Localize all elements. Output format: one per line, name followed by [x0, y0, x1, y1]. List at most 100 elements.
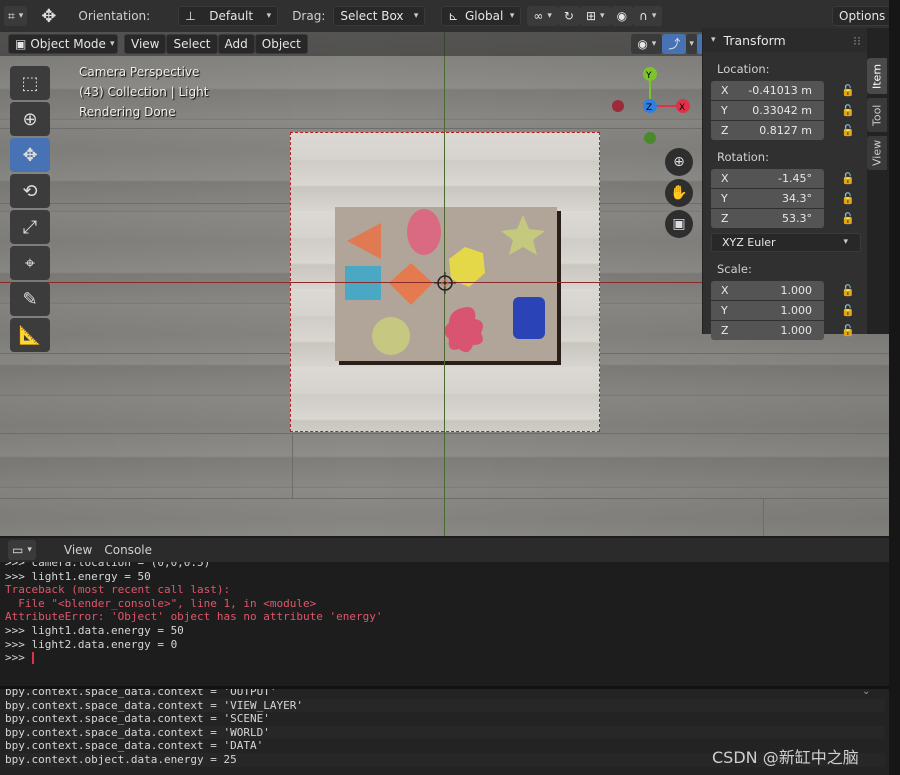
svg-text:Z: Z	[646, 103, 652, 113]
chevron-down-icon[interactable]: ▾	[686, 34, 697, 54]
editor-type-icon[interactable]: ⌗ ▾	[4, 6, 28, 26]
rotation-y-field[interactable]: Y 34.3°	[711, 188, 824, 208]
tab-item[interactable]: Item	[867, 58, 887, 94]
location-x-field[interactable]: X -0.41013 m	[711, 80, 824, 100]
lock-icon[interactable]: 🔓	[838, 124, 858, 137]
info-log-line: bpy.context.space_data.context = 'WORLD'	[5, 725, 885, 740]
snap-increment-icon[interactable]: ⊞ ▾	[579, 6, 611, 26]
chevron-down-icon: ▾	[266, 11, 272, 21]
rotate-tool-icon[interactable]: ⟲	[10, 174, 50, 208]
gizmo-toggle-icon[interactable]: ⤴	[662, 34, 687, 54]
lock-icon[interactable]: 🔓	[838, 212, 858, 225]
console-header: ▭ ▾ View Console	[0, 538, 890, 562]
console-line: >>> light1.data.energy = 50	[5, 623, 184, 637]
scale-z-field[interactable]: Z 1.000	[711, 320, 824, 340]
scale-y-field[interactable]: Y 1.000	[711, 300, 824, 320]
transform-space-dropdown[interactable]: ⊾ Global ▾	[441, 6, 522, 26]
scale-tool-icon[interactable]: ⤢	[10, 210, 50, 244]
transform-tool-icon[interactable]: ⌖	[10, 246, 50, 280]
console-line: >>> light1.energy = 50	[5, 569, 151, 583]
scale-label: Scale:	[717, 262, 752, 276]
rotation-label: Rotation:	[717, 150, 769, 164]
cursor-tool-icon[interactable]: ⊕	[10, 102, 50, 136]
visibility-icon[interactable]: ◉ ▾	[631, 34, 663, 54]
tool-shelf: ⬚ ⊕ ✥ ⟲ ⤢ ⌖ ✎ 📐	[10, 66, 50, 352]
menu-object[interactable]: Object	[254, 34, 308, 54]
console-menu-console[interactable]: Console	[104, 543, 152, 557]
lock-icon[interactable]: 🔓	[838, 324, 858, 337]
rounded-square-shape	[513, 297, 545, 339]
sidebar-transform-panel: ▾ Transform ⁝⁝ Location: X -0.41013 m 🔓 Y 0.3…	[702, 28, 867, 340]
viewport-info-camera: Camera Perspective	[79, 65, 200, 79]
annotate-tool-icon[interactable]: ✎	[10, 282, 50, 316]
rotation-x-field[interactable]: X -1.45°	[711, 168, 824, 188]
console-line: >>> light2.data.energy = 0	[5, 637, 178, 651]
light-object-icon[interactable]	[434, 272, 456, 294]
lock-icon[interactable]: 🔓	[838, 104, 858, 117]
console-line: Traceback (most recent call last):	[5, 583, 231, 597]
rotation-mode-dropdown[interactable]: XYZ Euler ▾	[711, 232, 861, 252]
lock-icon[interactable]: 🔓	[838, 304, 858, 317]
orientation-label: Orientation:	[78, 9, 151, 23]
measure-tool-icon[interactable]: 📐	[10, 318, 50, 352]
console-line: >>>	[5, 651, 34, 665]
navigation-gizmo[interactable]: Y X Z	[605, 64, 700, 149]
location-y-field[interactable]: Y 0.33042 m	[711, 100, 824, 120]
drag-dropdown[interactable]: Select Box ▾	[333, 6, 426, 26]
lock-icon[interactable]: 🔓	[838, 284, 858, 297]
lock-icon[interactable]: 🔓	[838, 172, 858, 185]
axes-icon: ⊥	[185, 9, 196, 23]
transform-pivot-icon[interactable]: ✥	[41, 6, 56, 27]
gizmo-neg-x-icon	[612, 100, 624, 112]
console-editor-type-icon[interactable]: ▭ ▾	[8, 540, 36, 560]
chevron-down-icon: ▾	[509, 11, 515, 21]
circle-shape	[372, 317, 410, 355]
object-mode-icon: ▣	[15, 37, 27, 51]
move-tool-icon[interactable]: ✥	[10, 138, 50, 172]
info-log-line: bpy.context.space_data.context = 'VIEW_L…	[5, 698, 885, 713]
blender-window: Camera Perspective (43) Collection | Lig…	[0, 0, 900, 775]
chevron-down-icon[interactable]: ⌄	[862, 686, 870, 697]
text-cursor	[31, 651, 34, 664]
rotation-z-field[interactable]: Z 53.3°	[711, 208, 824, 228]
menu-select[interactable]: Select	[166, 34, 218, 54]
watermark: CSDN @新缸中之脑	[712, 748, 859, 767]
console-menu-view[interactable]: View	[64, 543, 92, 557]
pan-hand-icon[interactable]: ✋	[665, 179, 693, 207]
mode-dropdown[interactable]: ▣ Object Mode ▾	[8, 34, 118, 54]
info-log-line: bpy.context.space_data.context = 'OUTPUT…	[5, 689, 277, 698]
tab-view[interactable]: View	[867, 136, 887, 170]
chevron-down-icon: ▾	[413, 11, 419, 21]
lock-icon[interactable]: 🔓	[838, 84, 858, 97]
console-line: File "<blender_console>", line 1, in <mo…	[5, 596, 317, 610]
scale-x-field[interactable]: X 1.000	[711, 280, 824, 300]
lock-icon[interactable]: 🔓	[838, 192, 858, 205]
python-console[interactable]: >>> camera.location = (0,0,0.5) >>> light…	[0, 562, 890, 686]
camera-view-icon[interactable]: ▣	[665, 210, 693, 238]
info-log-line: bpy.context.space_data.context = 'SCENE'	[5, 712, 270, 726]
oval-shape	[407, 209, 441, 255]
tab-tool[interactable]: Tool	[867, 98, 887, 132]
transform-panel-header[interactable]: ▾ Transform ⁝⁝	[703, 28, 867, 52]
options-dropdown[interactable]: Options▾	[832, 6, 896, 26]
global-axes-icon: ⊾	[448, 9, 459, 23]
orientation-dropdown[interactable]: ⊥ Default ▾	[178, 6, 279, 26]
proportional-edit-icon[interactable]: ◉	[610, 6, 634, 26]
menu-add[interactable]: Add	[217, 34, 255, 54]
select-box-tool-icon[interactable]: ⬚	[10, 66, 50, 100]
viewport-info-collection: (43) Collection | Light	[79, 85, 209, 99]
chevron-down-icon: ▾	[711, 35, 716, 45]
sidebar-tabs: Item Tool View	[867, 28, 889, 334]
console-line: >>> camera.location = (0,0,0.5)	[5, 562, 211, 569]
menu-view[interactable]: View	[124, 34, 167, 54]
snap-icon[interactable]: ↻	[557, 6, 580, 26]
console-line: AttributeError: 'Object' object has no a…	[5, 610, 383, 624]
chevron-down-icon: ▾	[843, 237, 848, 247]
drag-handle-icon[interactable]: ⁝⁝	[853, 33, 867, 48]
flower-shape	[444, 307, 483, 353]
link-icon[interactable]: ∞ ▾	[527, 6, 558, 26]
location-z-field[interactable]: Z 0.8127 m	[711, 120, 824, 140]
zoom-icon[interactable]: ⊕	[665, 148, 693, 176]
falloff-icon[interactable]: ∩ ▾	[633, 6, 663, 26]
drag-label: Drag:	[292, 9, 326, 23]
